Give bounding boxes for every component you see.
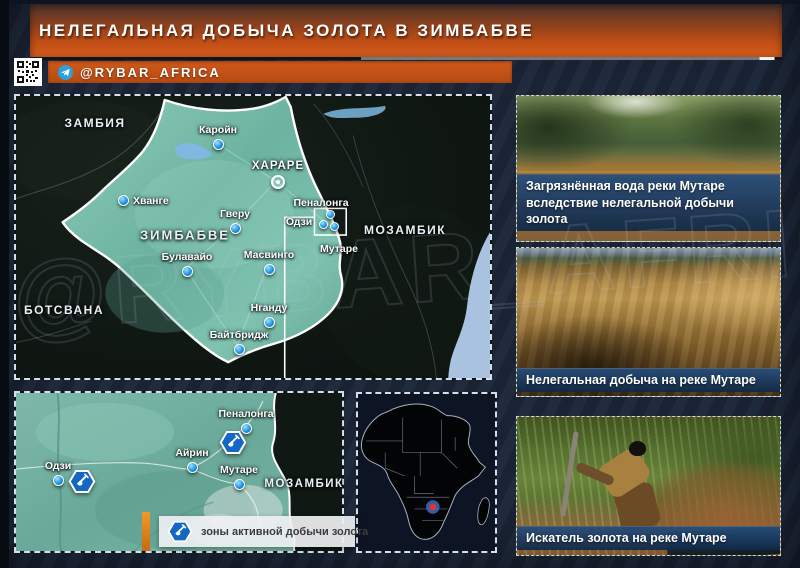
region-label-mozambique: МОЗАМБИК	[364, 223, 446, 237]
capital-marker	[271, 175, 285, 189]
city-dot	[230, 223, 241, 234]
legend-mining-zone-icon	[167, 520, 193, 543]
city-dot	[118, 195, 129, 206]
telegram-channel-bar[interactable]: @RYBAR_AFRICA	[48, 61, 512, 83]
legend-label: зоны активной добычи золота	[201, 526, 368, 538]
photo-caption: Загрязнённая вода реки Мутаре вследствие…	[517, 174, 780, 231]
africa-locator-panel	[356, 392, 497, 553]
main-map-panel: ЗАМБИЯ ЗИМБАБВЕ МОЗАМБИК БОТСВАНА Каройн…	[14, 94, 492, 380]
photo-muddy-river: Загрязнённая вода реки Мутаре вследствие…	[516, 95, 781, 242]
channel-handle: @RYBAR_AFRICA	[80, 65, 221, 80]
city-dot	[264, 317, 275, 328]
region-label-zimbabwe: ЗИМБАБВЕ	[140, 228, 230, 243]
city-dot	[182, 266, 193, 277]
mining-zone-icon-odzi	[68, 469, 96, 494]
photo-mining-site: Нелегальная добыча на реке Мутаре	[516, 247, 781, 397]
qr-code	[14, 58, 42, 86]
digger-head	[629, 441, 646, 456]
map-legend: зоны активной добычи золота	[142, 512, 355, 551]
city-dot	[264, 264, 275, 275]
telegram-icon	[58, 65, 73, 80]
photo-caption: Искатель золота на реке Мутаре	[517, 526, 780, 550]
top-edge-strip	[0, 0, 800, 4]
legend-accent-bar	[142, 512, 150, 551]
photo-gold-digger: Искатель золота на реке Мутаре	[516, 416, 781, 556]
mining-zone-icon-penhalonga	[219, 430, 247, 455]
photo-caption: Нелегальная добыча на реке Мутаре	[517, 368, 780, 392]
zimbabwe-location-dot	[429, 504, 436, 511]
title-banner: НЕЛЕГАЛЬНАЯ ДОБЫЧА ЗОЛОТА В ЗИМБАБВЕ	[30, 4, 782, 57]
shovel-handle	[560, 431, 578, 517]
banner-underline	[30, 57, 782, 60]
infographic-canvas: НЕЛЕГАЛЬНАЯ ДОБЫЧА ЗОЛОТА В ЗИМБАБВЕ @RY…	[0, 0, 800, 568]
inset-region-label-mozambique: МОЗАМБИК	[264, 478, 343, 490]
region-label-zambia: ЗАМБИЯ	[64, 116, 125, 130]
inset-map-panel: МОЗАМБИК Пеналонга Айрин Одзи Мутаре	[14, 391, 344, 553]
city-dot	[213, 139, 224, 150]
page-title: НЕЛЕГАЛЬНАЯ ДОБЫЧА ЗОЛОТА В ЗИМБАБВЕ	[39, 21, 534, 41]
region-label-botswana: БОТСВАНА	[24, 303, 104, 317]
left-edge-strip	[0, 0, 9, 568]
africa-silhouette	[358, 394, 495, 551]
city-dot	[234, 344, 245, 355]
